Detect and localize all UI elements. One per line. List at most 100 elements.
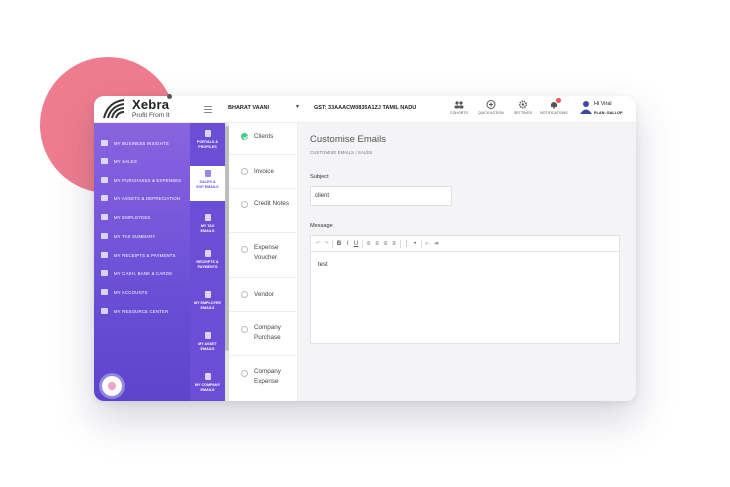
- radio-icon: [241, 370, 248, 377]
- subnav-label: EMAILS: [200, 306, 215, 310]
- toolbar-divider: [361, 239, 363, 248]
- align-left-icon[interactable]: ≡: [366, 240, 372, 248]
- sidebar-item-label: MY ACCOUNTS: [114, 289, 148, 295]
- sidebar-item-employees[interactable]: MY EMPLOYEES: [101, 212, 150, 222]
- bullet-list-icon[interactable]: •: [412, 240, 418, 248]
- logo-name: Xebra: [132, 97, 170, 112]
- subnav-label: MY EMPLOYEE: [194, 301, 221, 305]
- notifications-label: NOTIFICATIONS: [540, 111, 568, 115]
- option-clients[interactable]: Clients: [229, 123, 298, 155]
- undo-icon[interactable]: ↶: [315, 240, 321, 248]
- subnav-label: PORTALS &: [196, 140, 219, 144]
- check-icon: [241, 133, 248, 140]
- option-vendor[interactable]: Vendor: [229, 278, 298, 312]
- sidebar-item-label: MY TAX SUMMARY: [114, 233, 156, 239]
- subnav-label: MY TAX: [200, 224, 215, 228]
- option-label: Credit Notes: [254, 200, 289, 207]
- option-company-purchase[interactable]: Company Purchase: [229, 312, 298, 356]
- menu-toggle-icon[interactable]: [204, 106, 212, 113]
- subnav-label: EXP EMAILS: [196, 185, 219, 189]
- subnav-label: PAYMENTS: [197, 265, 218, 269]
- portal-icon: [204, 130, 211, 137]
- subnav-label: EMAILS: [200, 347, 215, 351]
- sidebar-item-label: MY EMPLOYEES: [114, 214, 151, 220]
- option-credit-notes[interactable]: Credit Notes: [229, 189, 298, 233]
- align-justify-icon[interactable]: ≡: [391, 240, 397, 248]
- user-plan: PLAN: GALLOP: [594, 111, 623, 115]
- logo[interactable]: Xebra Profit From It: [102, 97, 182, 121]
- chevron-down-icon[interactable]: ▼: [295, 104, 300, 110]
- toolbar-divider: [399, 239, 401, 248]
- option-invoice[interactable]: Invoice: [229, 155, 298, 189]
- notifications-button[interactable]: NOTIFICATIONS: [540, 98, 568, 115]
- subnav-item-tax-emails[interactable]: MY TAX EMAILS: [190, 211, 225, 241]
- resource-icon: [101, 308, 108, 314]
- asset-icon: [204, 332, 211, 339]
- subnav-item-employee-emails[interactable]: MY EMPLOYEE EMAILS: [190, 288, 225, 318]
- option-label: Vendor: [254, 291, 274, 298]
- assets-icon: [101, 195, 108, 201]
- message-label: Message: [310, 223, 333, 229]
- sidebar-item-cash-bank[interactable]: MY CASH, BANK & CARDS: [101, 268, 172, 278]
- avatar-icon: [580, 101, 592, 114]
- redo-icon[interactable]: ↷: [324, 240, 330, 248]
- underline-icon[interactable]: U: [353, 240, 359, 248]
- sidebar-item-accounts[interactable]: MY ACCOUNTS: [101, 287, 148, 297]
- main-content: Customise Emails CUSTOMISE EMAILS / SALE…: [298, 123, 636, 401]
- subnav-item-receipts[interactable]: RECEIPTS & PAYMENTS: [190, 247, 225, 277]
- bank-icon: [101, 270, 108, 276]
- settings-button[interactable]: SETTINGS: [514, 100, 532, 115]
- align-center-icon[interactable]: ≡: [374, 240, 380, 248]
- italic-icon[interactable]: I: [345, 240, 351, 248]
- message-editor: ↶ ↷ B I U ≡ ≡ ≡ ≡ ⋮ • ⇤ ⇥ test: [310, 235, 620, 344]
- outdent-icon[interactable]: ⇤: [425, 240, 431, 248]
- decorative-dot: [167, 94, 172, 99]
- notification-badge: [555, 98, 561, 103]
- radio-icon: [241, 246, 248, 253]
- radio-icon: [241, 326, 248, 333]
- subnav-item-company-emails[interactable]: MY COMPANY EMAILS: [190, 370, 225, 401]
- receipts-icon: [101, 252, 108, 258]
- radio-icon: [241, 168, 248, 175]
- sidebar-item-business-insights[interactable]: MY BUSINESS INSIGHTS: [101, 138, 169, 148]
- breadcrumb: CUSTOMISE EMAILS / SALES: [310, 150, 373, 155]
- subject-input[interactable]: client: [310, 186, 452, 206]
- sidebar-item-purchases[interactable]: MY PURCHASES & EXPENSES: [101, 175, 181, 185]
- sidebar-item-resource-center[interactable]: MY RESOURCE CENTER: [101, 306, 168, 316]
- tax-icon: [204, 214, 211, 221]
- accounts-icon: [101, 289, 108, 295]
- subnav-label: PROFILES: [198, 145, 217, 149]
- chat-button[interactable]: [102, 376, 122, 396]
- quick-action-button[interactable]: QUICK ACTION: [478, 100, 504, 115]
- top-header: Xebra Profit From It BHARAT VAANI ▼ GST:…: [94, 96, 636, 123]
- editor-toolbar: ↶ ↷ B I U ≡ ≡ ≡ ≡ ⋮ • ⇤ ⇥: [311, 236, 619, 252]
- option-company-expense[interactable]: Company Expense: [229, 356, 298, 401]
- cohorts-label: COHORTS: [450, 111, 468, 115]
- sidebar-item-assets[interactable]: MY ASSETS & DEPRECIATION: [101, 193, 180, 203]
- ordered-list-icon[interactable]: ⋮: [404, 240, 410, 248]
- align-right-icon[interactable]: ≡: [383, 240, 389, 248]
- subnav-item-portals[interactable]: PORTALS & PROFILES: [190, 127, 225, 161]
- cohorts-button[interactable]: COHORTS: [450, 100, 468, 115]
- page-title: Customise Emails: [310, 134, 387, 145]
- option-expense-voucher[interactable]: Expense Voucher: [229, 233, 298, 278]
- sidebar-item-label: MY ASSETS & DEPRECIATION: [114, 195, 181, 201]
- sidebar-item-label: MY BUSINESS INSIGHTS: [114, 140, 169, 146]
- email-icon: [204, 170, 211, 177]
- subnav-item-asset-emails[interactable]: MY ASSET EMAILS: [190, 329, 225, 359]
- bold-icon[interactable]: B: [336, 240, 342, 248]
- message-textarea[interactable]: test: [311, 252, 619, 268]
- employee-icon: [204, 291, 211, 298]
- sidebar-item-receipts[interactable]: MY RECEIPTS & PAYMENTS: [101, 250, 176, 260]
- gst-number: GST: 33AAACW0835A1ZJ TAMIL NADU: [314, 105, 417, 111]
- sidebar-item-sales[interactable]: MY SALES: [101, 156, 137, 166]
- subnav-item-sales-emails[interactable]: SALES & EXP EMAILS: [190, 166, 225, 201]
- subnav-label: SALES &: [199, 180, 216, 184]
- sidebar-item-label: MY RECEIPTS & PAYMENTS: [114, 252, 176, 258]
- indent-icon[interactable]: ⇥: [433, 240, 439, 248]
- company-selector[interactable]: BHARAT VAANI: [228, 105, 269, 111]
- option-label: Invoice: [254, 168, 274, 175]
- tax-icon: [101, 233, 108, 239]
- sidebar-item-tax-summary[interactable]: MY TAX SUMMARY: [101, 231, 155, 241]
- toolbar-divider: [332, 239, 333, 248]
